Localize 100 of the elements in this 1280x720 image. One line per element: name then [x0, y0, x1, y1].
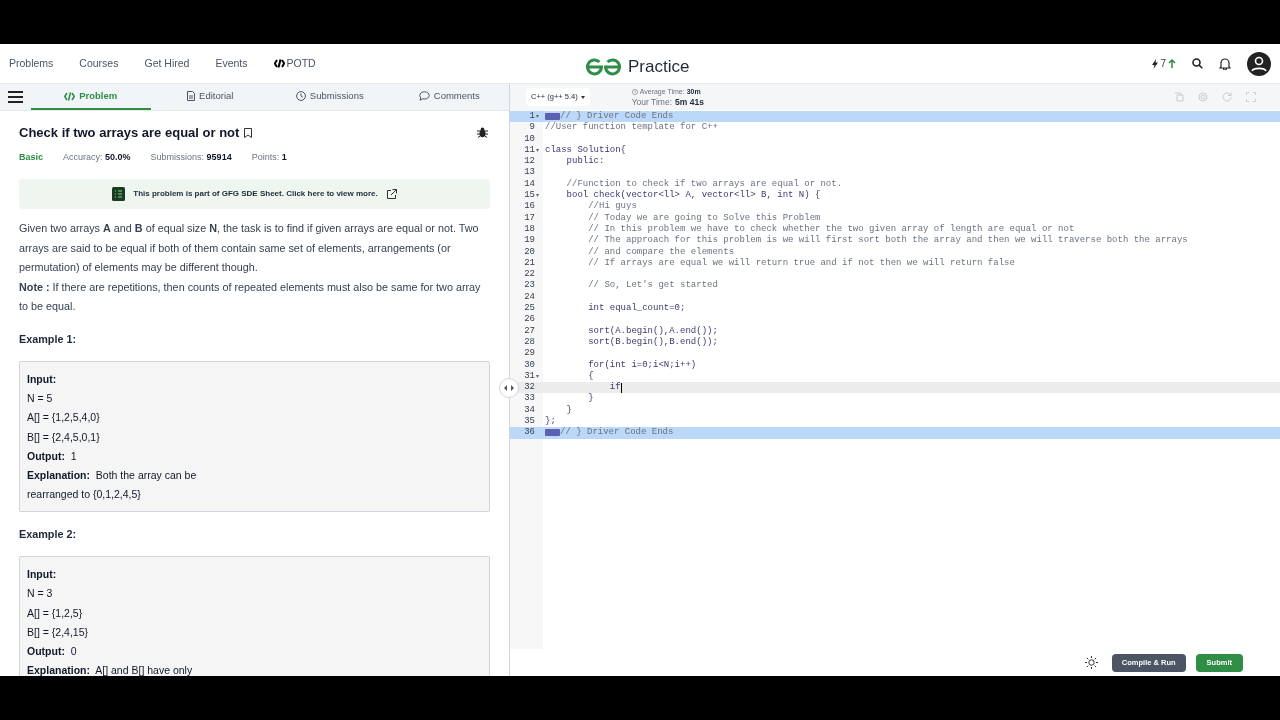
streak-indicator[interactable]: 7	[1152, 56, 1176, 71]
line-number: 21	[524, 257, 535, 270]
code-text: //User function template for C++	[545, 122, 718, 134]
line-number: 10	[524, 133, 535, 145]
folded-code-marker[interactable]	[545, 429, 560, 437]
example-line: N = 5	[27, 391, 54, 406]
your-time-value: 5m 41s	[675, 97, 704, 107]
avatar-icon[interactable]	[1247, 51, 1271, 76]
line-number: 1	[529, 111, 535, 123]
theme-toggle-icon[interactable]	[1084, 656, 1098, 669]
nav-link[interactable]: Courses	[79, 55, 119, 72]
code-text: int equal_count=0;	[587, 303, 686, 315]
nav-link[interactable]: Problems	[9, 55, 54, 72]
clock-icon	[295, 91, 306, 101]
example-line: Input:	[27, 566, 58, 582]
logo-text: Practice	[628, 56, 690, 78]
speech-bubble-icon	[418, 91, 430, 101]
example-line: Explanation: Both the array can be	[27, 468, 198, 484]
line-number: 27	[524, 325, 535, 337]
line-number: 28	[524, 336, 535, 349]
code-text: // So, Let's get started	[587, 280, 718, 292]
tab[interactable]: Problem	[31, 84, 151, 110]
example-heading: Example 2:	[19, 526, 77, 542]
logo-icon	[585, 57, 622, 76]
line-number: 36	[524, 427, 535, 439]
problem-title: Check if two arrays are equal or not	[19, 124, 240, 142]
line-number: 30	[524, 359, 535, 371]
example-line: Output: 1	[27, 448, 78, 464]
stat-text: Accuracy: 50.0%	[63, 150, 131, 164]
bookmark-icon[interactable]	[244, 127, 253, 138]
code-text: //Function to check if two arrays are equal or not.	[565, 178, 843, 190]
line-number: 18	[524, 223, 535, 236]
code-text: }	[587, 393, 594, 405]
line-number: 33	[524, 393, 535, 405]
line-number: 25	[524, 303, 535, 315]
code-text: for(int i=0;i<N;i++)	[587, 359, 697, 371]
line-number: 11	[524, 144, 535, 157]
clock-icon	[631, 89, 638, 95]
line-number: 20	[524, 246, 535, 258]
bell-icon[interactable]	[1219, 57, 1231, 70]
line-number: 19	[524, 235, 535, 247]
code-text: {	[587, 370, 594, 383]
search-icon[interactable]	[1192, 58, 1203, 69]
line-number: 17	[524, 212, 535, 224]
document-icon	[187, 91, 196, 101]
sheet-icon	[112, 187, 126, 201]
line-number: 26	[524, 314, 535, 326]
line-number: 12	[524, 156, 535, 168]
stat-text: Points: 1	[251, 150, 287, 164]
menu-icon[interactable]	[8, 91, 23, 103]
fold-arrow-icon[interactable]	[536, 374, 539, 378]
code-text: sort(B.begin(),B.end());	[587, 336, 718, 349]
tab[interactable]: Editorial	[150, 84, 270, 110]
code-text: bool check(vector<ll> A, vector<ll> B, int N) {	[565, 190, 821, 201]
problem-description: Given two arrays A and B of equal size N, the task is to find if given arrays are equal or not. Two arrays are said to be equal if both of them contain same set of elements, arrangements (or permutation) of elements may be different though.	[19, 221, 480, 275]
fold-arrow-icon[interactable]	[536, 115, 539, 119]
stat-text: Submissions: 95914	[150, 150, 232, 164]
nav-link[interactable]: POTD	[273, 55, 316, 72]
fold-arrow-icon[interactable]	[536, 149, 539, 153]
code-text: // } Driver Code Ends	[560, 427, 674, 439]
folded-code-marker[interactable]	[545, 113, 560, 121]
code-text: };	[545, 416, 556, 428]
code-text: public:	[565, 156, 605, 168]
nav-link[interactable]: Events	[215, 55, 248, 72]
nav-link[interactable]: Get Hired	[144, 55, 190, 72]
example-line: rearranged to {0,1,2,4,5}	[27, 487, 142, 503]
problem-note: Note : If there are repetitions, then counts of repeated elements must also be same for two array to be equal.	[19, 279, 482, 314]
code-text: //Hi guys	[587, 201, 637, 213]
line-number: 31	[524, 370, 535, 383]
line-number: 23	[524, 280, 535, 292]
code-icon	[64, 91, 76, 101]
external-link-icon	[385, 188, 397, 200]
resize-handle[interactable]	[499, 378, 519, 398]
code-text: // If arrays are equal we will return true and if not then we will return false	[587, 257, 1015, 270]
tab[interactable]: Comments	[389, 84, 509, 110]
line-number: 13	[524, 167, 535, 179]
code-text: // Today we are going to Solve this Problem	[587, 212, 821, 224]
difficulty-label: Basic	[19, 150, 44, 164]
example-line: Explanation: A[] and B[] have only	[27, 663, 194, 676]
caret-icon[interactable]	[580, 95, 585, 99]
code-text: class Solution{	[545, 144, 626, 156]
line-number: 29	[524, 348, 535, 360]
fold-arrow-icon[interactable]	[536, 194, 539, 198]
line-number: 35	[524, 416, 535, 428]
bug-icon[interactable]	[477, 127, 488, 139]
code-text: // and compare the elements	[587, 246, 735, 258]
line-number: 22	[524, 269, 535, 281]
example-line: Input:	[27, 371, 58, 387]
your-time-label: Your Time:	[631, 97, 673, 107]
line-number: 9	[529, 122, 535, 134]
example-line: B[] = {2,4,15}	[27, 624, 89, 640]
example-line: Output: 0	[27, 644, 78, 660]
line-number: 32	[524, 382, 535, 394]
code-text: // The approach for this problem is we will first sort both the array and then we will traverse both the arrays	[587, 235, 1188, 247]
example-line: N = 3	[27, 586, 54, 602]
line-number: 14	[524, 178, 535, 191]
code-text: if	[608, 382, 622, 394]
sde-sheet-banner[interactable]: This problem is part of GFG SDE Sheet. Click here to view more.	[19, 179, 490, 209]
tab[interactable]: Submissions	[270, 84, 390, 110]
example-line: A[] = {1,2,5,4,0}	[27, 410, 101, 426]
